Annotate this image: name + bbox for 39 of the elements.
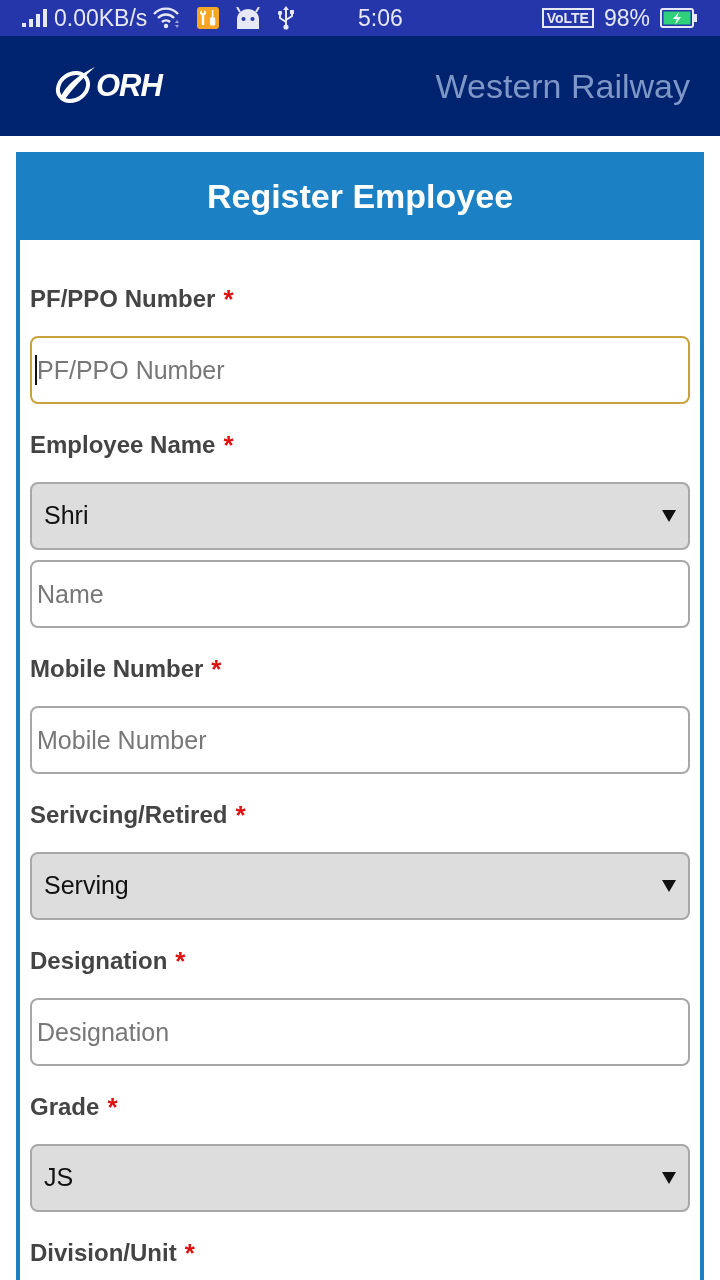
field-label: Mobile Number	[30, 654, 204, 684]
android-robot-icon	[235, 7, 262, 29]
battery-percent: 98%	[603, 3, 650, 33]
field-label: Serivcing/Retired	[30, 800, 228, 830]
header-title: Western Railway	[435, 65, 690, 107]
required-asterisk: *	[223, 428, 234, 462]
dropdown-caret-icon	[662, 879, 676, 893]
field-label: Employee Name	[30, 430, 216, 460]
dropdown-select[interactable]: Shri	[30, 482, 690, 550]
field-label: PF/PPO Number	[30, 284, 216, 314]
required-asterisk: *	[223, 282, 234, 316]
required-asterisk: *	[184, 1236, 195, 1270]
required-asterisk: *	[175, 944, 186, 978]
battery-charging-icon	[660, 8, 698, 28]
text-input-field[interactable]: Designation	[30, 998, 690, 1066]
dropdown-select[interactable]: Serving	[30, 852, 690, 920]
swoosh-logo-icon	[54, 66, 96, 106]
required-asterisk: *	[107, 1090, 118, 1124]
dropdown-caret-icon	[662, 509, 676, 523]
logo-text: ORH	[96, 66, 162, 105]
network-speed: 0.00KB/s	[54, 3, 148, 33]
clock-time: 5:06	[358, 3, 403, 33]
usb-icon	[277, 6, 296, 30]
text-input-field[interactable]: Mobile Number	[30, 706, 690, 774]
text-input-field[interactable]: PF/PPO Number	[30, 336, 690, 404]
text-cursor-icon	[35, 355, 37, 385]
field-label: Division/Unit	[30, 1238, 177, 1268]
dropdown-caret-icon	[662, 1171, 676, 1185]
volte-badge: VoLTE	[541, 8, 594, 28]
required-asterisk: *	[211, 652, 222, 686]
wifi-icon	[153, 7, 182, 29]
signal-bars-icon	[22, 9, 48, 27]
field-label: Grade	[30, 1092, 100, 1122]
text-input-field[interactable]: Name	[30, 560, 690, 628]
dropdown-select[interactable]: JS	[30, 1144, 690, 1212]
required-asterisk: *	[235, 798, 246, 832]
tools-icon	[197, 7, 220, 29]
field-label: Designation	[30, 946, 168, 976]
card-title: Register Employee	[206, 175, 514, 217]
